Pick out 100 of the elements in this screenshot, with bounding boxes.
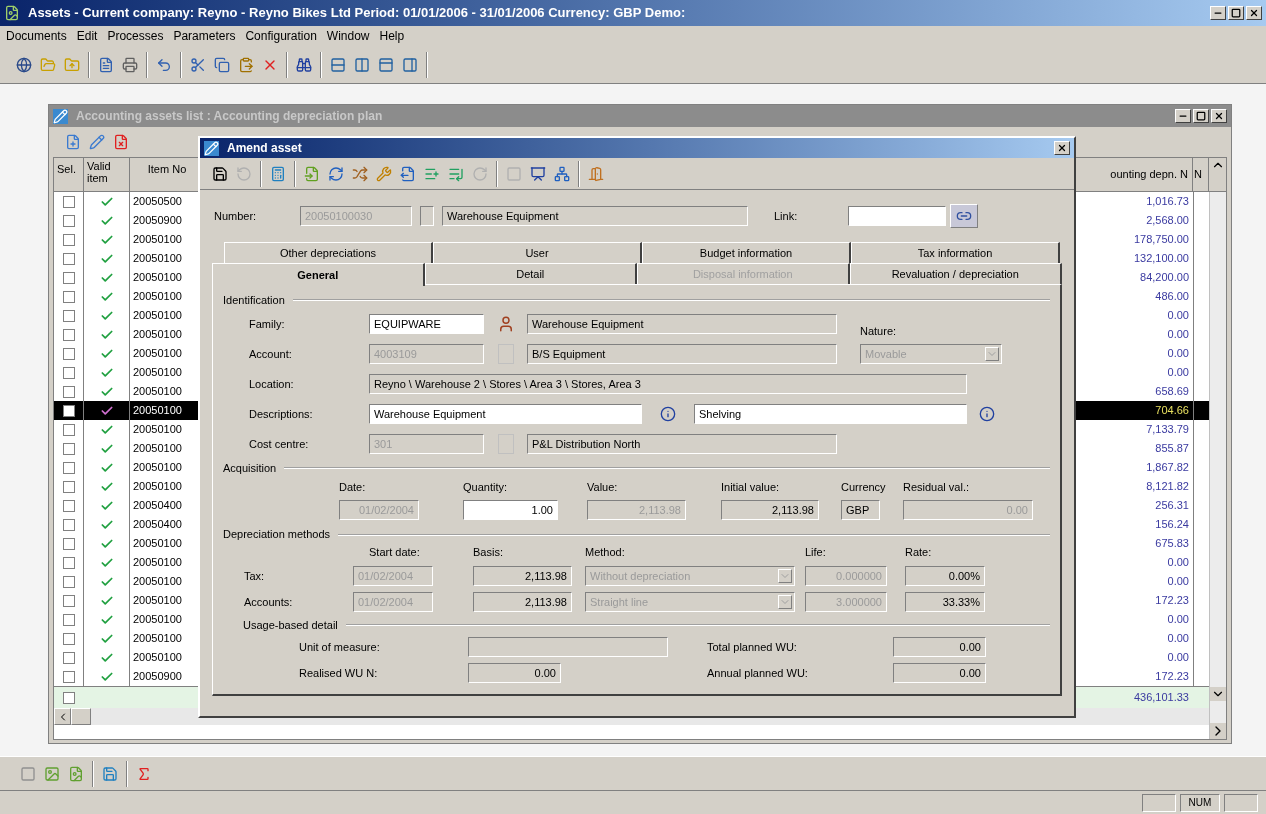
checkbox[interactable]	[62, 385, 75, 398]
text-field[interactable]: 0.00	[893, 663, 986, 683]
menu-item[interactable]: Processes	[107, 27, 164, 45]
link-button[interactable]	[950, 204, 978, 228]
column-header[interactable]: Valid item	[84, 158, 130, 191]
maximize-button[interactable]	[1193, 109, 1209, 123]
checkbox[interactable]	[62, 632, 75, 645]
checkbox[interactable]	[62, 252, 75, 265]
column-header[interactable]: Sel.	[54, 158, 84, 191]
checkbox[interactable]	[62, 347, 75, 360]
scroll-thumb[interactable]	[71, 708, 91, 725]
tab[interactable]: Budget information	[642, 242, 851, 263]
text-field[interactable]: 0.00	[468, 663, 561, 683]
checkbox[interactable]	[62, 670, 75, 683]
window-icon	[53, 108, 68, 124]
checkbox[interactable]	[62, 309, 75, 322]
text-field[interactable]	[848, 206, 946, 226]
text-field[interactable]: 0.00	[893, 637, 986, 657]
field-label: Unit of measure:	[299, 639, 381, 655]
text-field[interactable]: 0.00%	[905, 566, 985, 586]
text-field[interactable]: Shelving	[694, 404, 967, 424]
text-field[interactable]: Warehouse Equipment	[442, 206, 748, 226]
text-field[interactable]: 2,113.98	[473, 566, 572, 586]
field-label: Basis:	[473, 544, 504, 560]
close-icon	[1249, 8, 1259, 18]
maximize-button[interactable]	[1228, 6, 1244, 20]
checkbox[interactable]	[62, 594, 75, 607]
checkbox[interactable]	[62, 233, 75, 246]
checkbox[interactable]	[62, 195, 75, 208]
menu-item[interactable]: Window	[326, 27, 370, 45]
field-label: Date:	[339, 480, 367, 495]
minimize-button[interactable]	[1210, 6, 1226, 20]
text-field[interactable]: 1.00	[463, 499, 558, 520]
close-button[interactable]	[1211, 109, 1227, 123]
text-field[interactable]: B/S Equipment	[527, 344, 837, 364]
checkbox[interactable]	[62, 480, 75, 493]
text-field[interactable]: 2,113.98	[721, 499, 819, 520]
tab[interactable]: Other depreciations	[224, 242, 433, 263]
menu-item[interactable]: Documents	[6, 27, 67, 45]
table-cell-text: 704.66	[1154, 403, 1190, 419]
table-cell-text: 20050100	[132, 574, 183, 590]
checkbox[interactable]	[62, 328, 75, 341]
checkbox[interactable]	[62, 214, 75, 227]
checkbox[interactable]	[62, 518, 75, 531]
field-label: Initial value:	[721, 480, 781, 495]
menu-item[interactable]: Configuration	[245, 27, 317, 45]
minimize-button[interactable]	[1175, 109, 1191, 123]
table-cell-text: 20050400	[132, 498, 183, 514]
checkbox[interactable]	[62, 556, 75, 569]
info-icon[interactable]	[979, 406, 995, 422]
text-field[interactable]: 33.33%	[905, 592, 985, 612]
text-field[interactable]: EQUIPWARE	[369, 314, 484, 334]
menu-item[interactable]: Edit	[76, 27, 98, 45]
close-button[interactable]	[1246, 6, 1262, 20]
field-label: Value:	[587, 480, 619, 495]
info-icon[interactable]	[660, 406, 676, 422]
checkbox[interactable]	[62, 537, 75, 550]
tab[interactable]: Detail	[424, 263, 637, 284]
checkbox[interactable]	[62, 423, 75, 436]
scroll-right-icon[interactable]	[1210, 723, 1226, 739]
status-pane	[1224, 793, 1258, 812]
checkbox[interactable]	[62, 651, 75, 664]
text-field[interactable]: P&L Distribution North	[527, 434, 837, 454]
field-label: Annual planned WU:	[707, 665, 809, 681]
scroll-down-icon[interactable]	[1210, 687, 1226, 701]
checkbox[interactable]	[62, 613, 75, 626]
text-field[interactable]: Warehouse Equipment	[369, 404, 642, 424]
vertical-scrollbar[interactable]	[1209, 192, 1226, 739]
checkbox[interactable]	[62, 366, 75, 379]
status-indicator: NUM	[1180, 793, 1220, 812]
maximize-icon	[1196, 111, 1206, 121]
field-label: Accounts:	[243, 594, 294, 610]
text-field[interactable]: 2,113.98	[473, 592, 572, 612]
close-button[interactable]	[1054, 141, 1070, 155]
checkbox[interactable]	[62, 442, 75, 455]
tab[interactable]: Tax information	[851, 242, 1060, 263]
table-cell-text: 20050900	[132, 669, 183, 685]
text-field[interactable]: Reyno \ Warehouse 2 \ Stores \ Area 3 \ Stores, Area 3	[369, 374, 967, 394]
scroll-left-button[interactable]	[54, 708, 71, 725]
section-title: Usage-based detail	[243, 617, 338, 633]
tab[interactable]: General	[212, 263, 425, 286]
checkbox[interactable]	[62, 404, 75, 417]
checkbox[interactable]	[62, 271, 75, 284]
menu-item[interactable]: Help	[379, 27, 405, 45]
text-field[interactable]	[468, 637, 668, 657]
column-header[interactable]: N	[1193, 158, 1209, 191]
menu-item[interactable]: Parameters	[173, 27, 236, 45]
checkbox[interactable]	[62, 499, 75, 512]
checkbox[interactable]	[63, 691, 75, 704]
table-cell-text: 20050900	[132, 213, 183, 229]
checkbox[interactable]	[62, 290, 75, 303]
text-field[interactable]: Warehouse Equipment	[527, 314, 837, 334]
tab[interactable]: User	[433, 242, 642, 263]
lookup-button[interactable]	[420, 206, 434, 226]
checkbox[interactable]	[62, 575, 75, 588]
tab[interactable]: Revaluation / depreciation	[849, 263, 1062, 284]
table-cell-text: 84,200.00	[1139, 270, 1190, 286]
checkbox[interactable]	[62, 461, 75, 474]
text-field[interactable]: GBP	[841, 499, 880, 520]
table-cell-text: 20050100	[132, 251, 183, 267]
